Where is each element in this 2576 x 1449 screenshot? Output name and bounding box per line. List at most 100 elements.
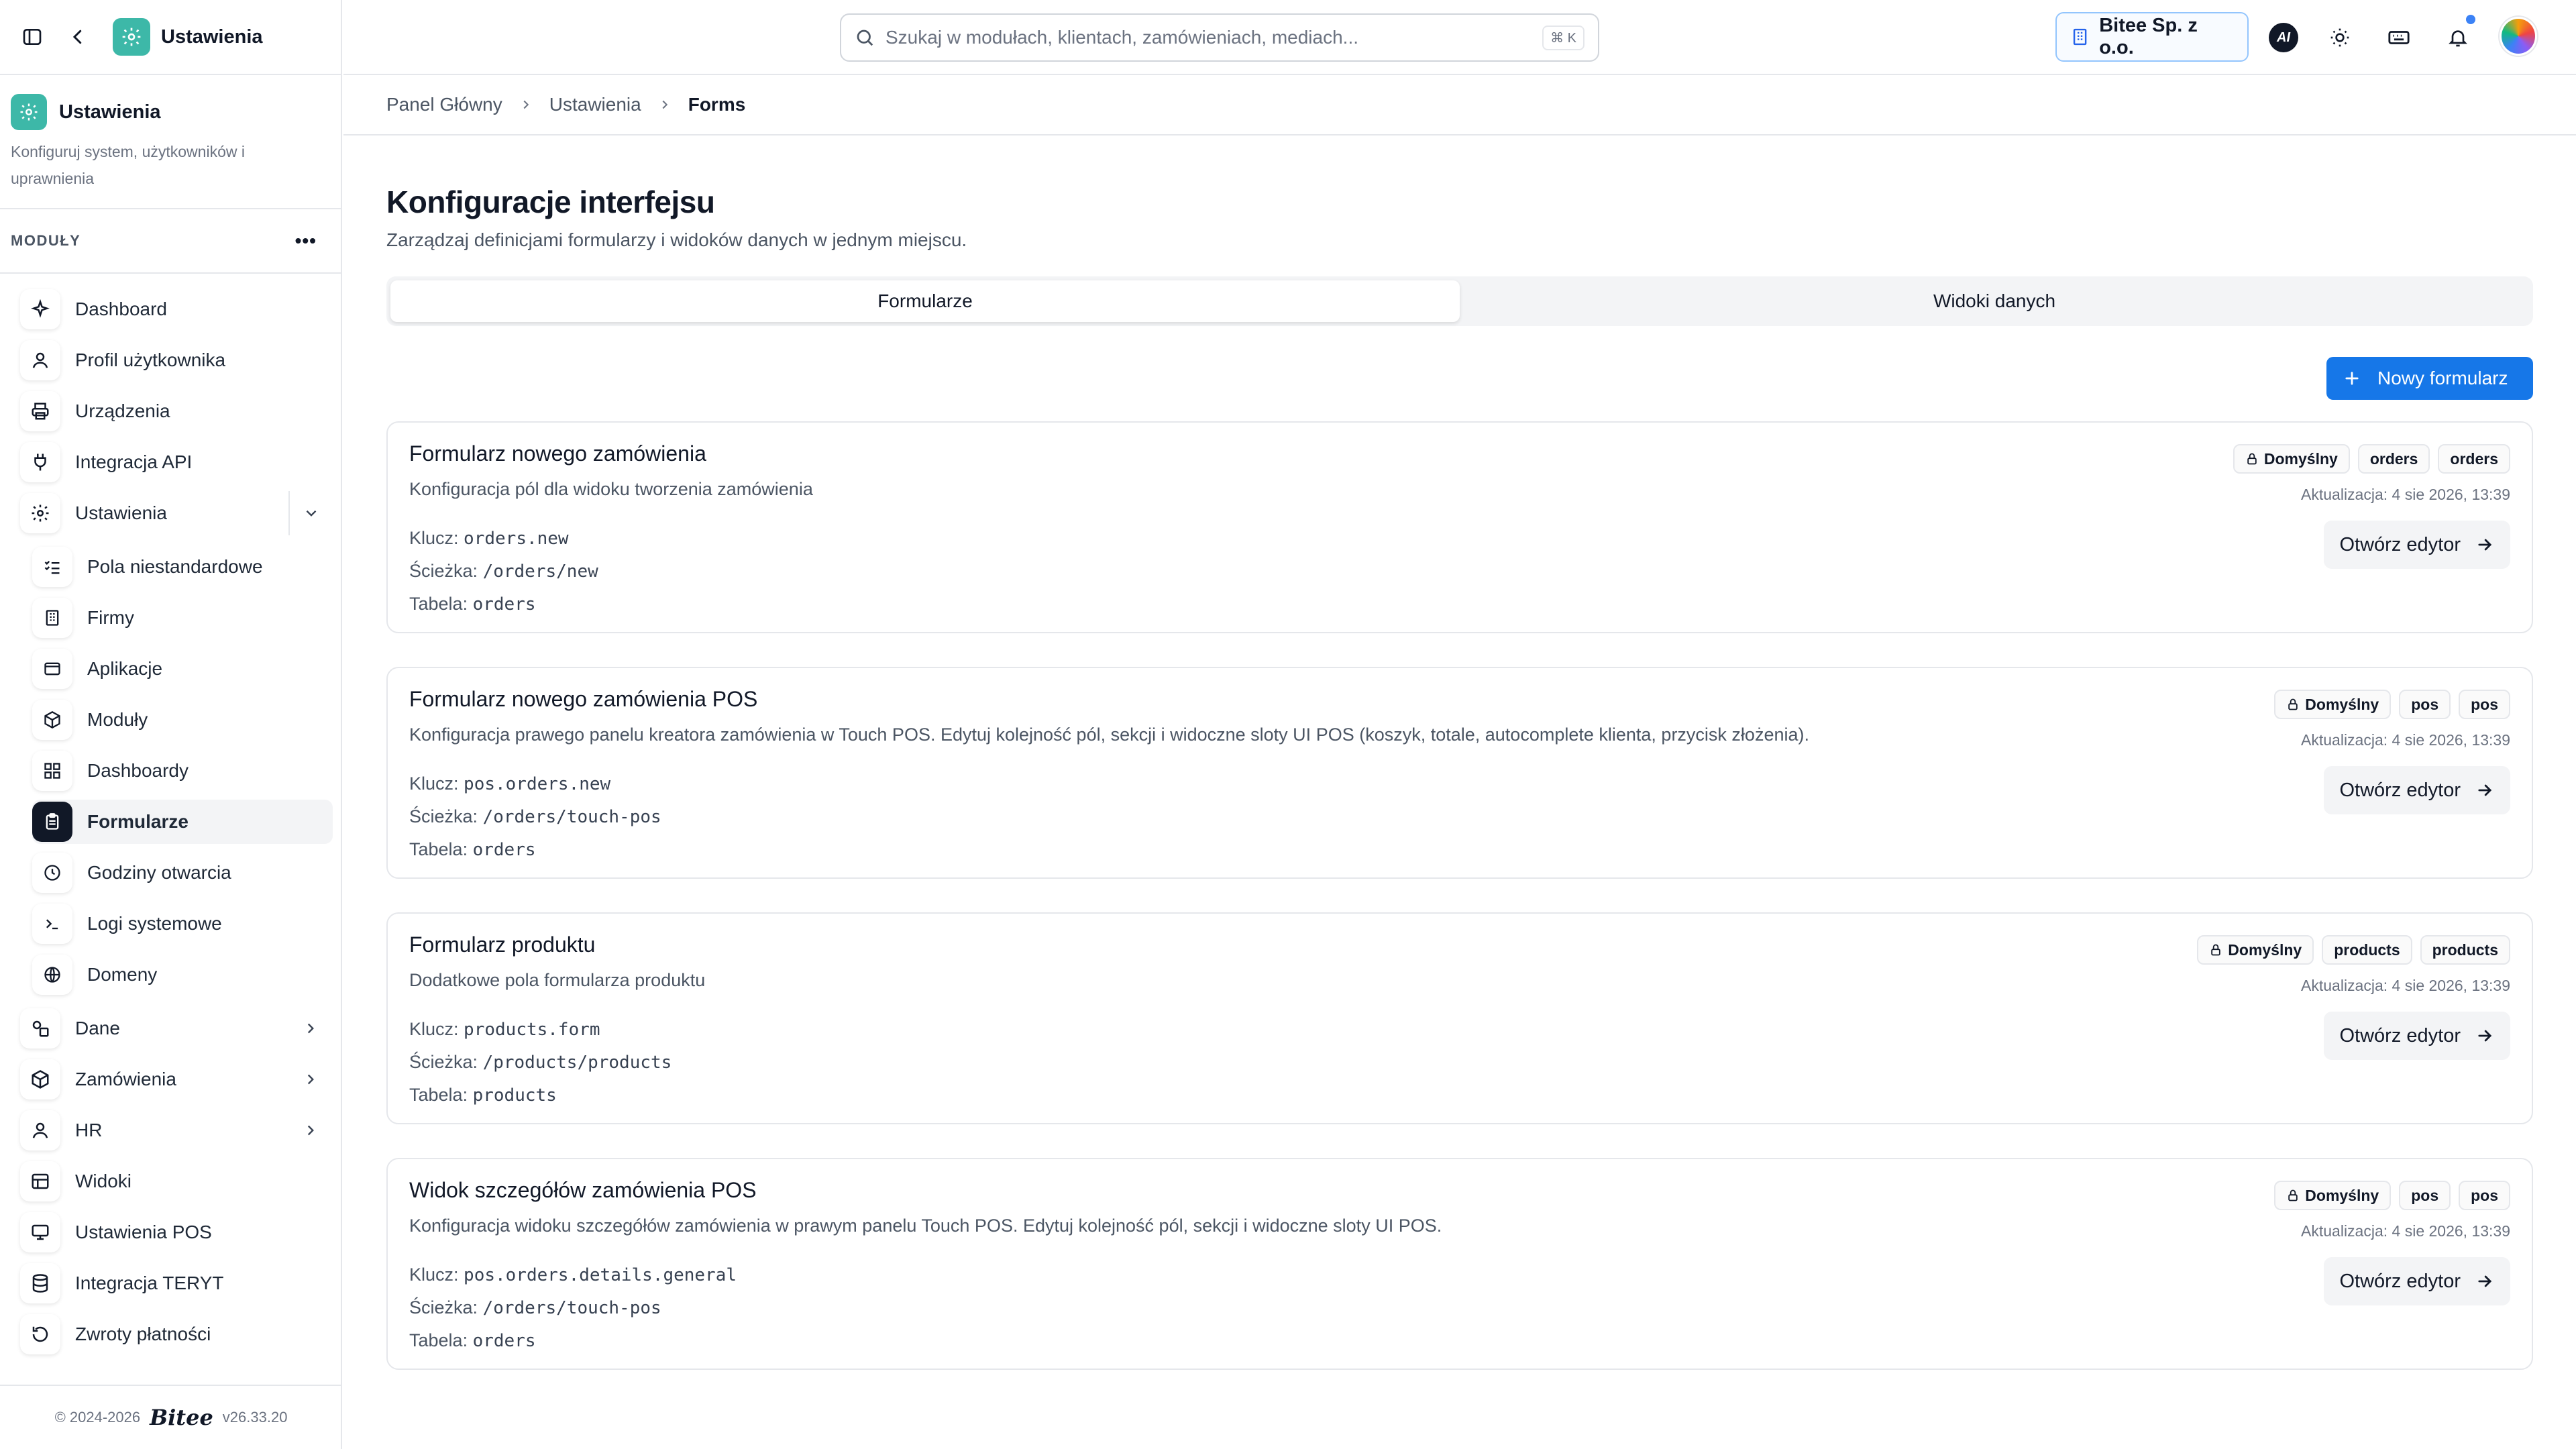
- module-header: Ustawienia Konfiguruj system, użytkownik…: [0, 75, 341, 209]
- new-form-button[interactable]: Nowy formularz: [2326, 357, 2533, 400]
- sidebar-item-label: Integracja API: [75, 451, 193, 472]
- sidebar-subitem-custom-fields[interactable]: Pola niestandardowe: [32, 545, 333, 589]
- sun-icon: [2330, 28, 2349, 47]
- search-input[interactable]: Szukaj w modułach, klientach, zamówienia…: [840, 13, 1599, 62]
- toggle-sidebar-icon[interactable]: [17, 22, 47, 52]
- open-editor-button[interactable]: Otwórz edytor: [2323, 1257, 2510, 1305]
- sparkle-icon: [20, 289, 60, 329]
- breadcrumb: Panel Główny Ustawienia Forms: [343, 75, 2576, 136]
- open-editor-label: Otwórz edytor: [2339, 1024, 2461, 1046]
- form-badges: Domyślny pos pos: [2274, 1181, 2510, 1210]
- updated-at: Aktualizacja: 4 sie 2026, 13:39: [2301, 977, 2510, 994]
- page-title: Konfiguracje interfejsu: [386, 184, 715, 219]
- form-meta: Klucz: products.form Ścieżka: /products/…: [409, 1013, 672, 1112]
- tab-forms[interactable]: Formularze: [390, 280, 1460, 322]
- sidebar-subitem-forms[interactable]: Formularze: [32, 800, 333, 844]
- sidebar-item-data[interactable]: Dane: [20, 1006, 333, 1051]
- sidebar-item-label: Dane: [75, 1018, 120, 1038]
- form-title: Widok szczegółów zamówienia POS: [409, 1178, 757, 1202]
- sidebar-item-refunds[interactable]: Zwroty płatności: [20, 1312, 333, 1356]
- package-icon: [32, 700, 72, 740]
- form-path: /orders/touch-pos: [482, 1298, 661, 1318]
- open-editor-button[interactable]: Otwórz edytor: [2323, 766, 2510, 814]
- path-label: Ścieżka:: [409, 1297, 478, 1318]
- form-meta: Klucz: pos.orders.details.general Ścieżk…: [409, 1258, 737, 1357]
- clock-icon: [32, 853, 72, 893]
- sidebar-subitem-apps[interactable]: Aplikacje: [32, 647, 333, 691]
- chevron-right-icon[interactable]: [288, 1057, 333, 1102]
- breadcrumb-home[interactable]: Panel Główny: [386, 94, 502, 115]
- arrow-right-icon: [2478, 539, 2492, 551]
- clipboard-icon: [32, 802, 72, 842]
- form-card: Formularz nowego zamówienia POS Konfigur…: [386, 667, 2533, 879]
- new-form-label: Nowy formularz: [2377, 368, 2508, 388]
- open-editor-label: Otwórz edytor: [2339, 779, 2461, 801]
- gear-icon: [20, 493, 60, 533]
- sidebar-subitem-dashboards[interactable]: Dashboardy: [32, 749, 333, 793]
- table-label: Tabela:: [409, 594, 468, 614]
- tab-data-views[interactable]: Widoki danych: [1460, 280, 2529, 322]
- lock-icon: [2288, 1189, 2298, 1201]
- ai-icon: AI: [2269, 23, 2298, 52]
- sidebar-item-label: Profil użytkownika: [75, 350, 226, 370]
- sidebar-item-api[interactable]: Integracja API: [20, 440, 333, 484]
- form-title: Formularz nowego zamówienia POS: [409, 687, 758, 711]
- sidebar-item-teryt[interactable]: Integracja TERYT: [20, 1261, 333, 1305]
- sidebar-item-label: Zamówienia: [75, 1069, 176, 1089]
- plug-icon: [20, 442, 60, 482]
- path-label: Ścieżka:: [409, 806, 478, 826]
- sidebar-item-views[interactable]: Widoki: [20, 1159, 333, 1203]
- sidebar-subitem-opening-hours[interactable]: Godziny otwarcia: [32, 851, 333, 895]
- sidebar-item-label: Widoki: [75, 1171, 132, 1191]
- terminal-icon: [32, 904, 72, 944]
- ai-assistant-button[interactable]: AI: [2265, 19, 2302, 56]
- sidebar-item-pos-settings[interactable]: Ustawienia POS: [20, 1210, 333, 1254]
- open-editor-button[interactable]: Otwórz edytor: [2323, 1012, 2510, 1060]
- company-name: Bitee Sp. z o.o.: [2099, 15, 2198, 58]
- keyboard-shortcuts-button[interactable]: [2380, 19, 2418, 56]
- open-editor-button[interactable]: Otwórz edytor: [2323, 521, 2510, 569]
- back-icon[interactable]: [63, 22, 93, 52]
- bell-icon: [2449, 30, 2467, 47]
- sidebar-item-hr[interactable]: HR: [20, 1108, 333, 1152]
- company-switcher[interactable]: Bitee Sp. z o.o.: [2055, 12, 2249, 62]
- tabs: Formularze Widoki danych: [386, 276, 2533, 326]
- sidebar-item-label: Aplikacje: [87, 658, 163, 679]
- table-label: Tabela:: [409, 1330, 468, 1350]
- lock-icon: [2211, 944, 2221, 956]
- notifications-button[interactable]: [2439, 15, 2477, 56]
- sidebar-item-settings[interactable]: Ustawienia: [20, 491, 333, 535]
- form-key: pos.orders.details.general: [464, 1265, 737, 1285]
- user-avatar-button[interactable]: [2500, 17, 2537, 56]
- sidebar-item-orders[interactable]: Zamówienia: [20, 1057, 333, 1102]
- default-badge: Domyślny: [2233, 444, 2350, 474]
- form-badges: Domyślny pos pos: [2274, 690, 2510, 719]
- plus-icon: [2345, 372, 2359, 385]
- default-badge: Domyślny: [2197, 935, 2314, 965]
- sidebar-subitem-companies[interactable]: Firmy: [32, 596, 333, 640]
- sidebar-subitem-system-logs[interactable]: Logi systemowe: [32, 902, 333, 946]
- sidebar-item-label: Formularze: [87, 811, 189, 832]
- chevron-right-icon[interactable]: [288, 1006, 333, 1051]
- table-label: Tabela:: [409, 1085, 468, 1105]
- chevron-right-icon[interactable]: [288, 1108, 333, 1152]
- sidebar-subitem-domains[interactable]: Domeny: [32, 953, 333, 997]
- form-description: Konfiguracja prawego panelu kreatora zam…: [409, 724, 1809, 745]
- sidebar-item-dashboard[interactable]: Dashboard: [20, 287, 333, 331]
- more-options-icon[interactable]: •••: [295, 230, 317, 252]
- module-badge: pos: [2399, 1181, 2451, 1210]
- module-description: Konfiguruj system, użytkowników i uprawn…: [11, 143, 245, 187]
- form-title: Formularz produktu: [409, 932, 596, 957]
- theme-toggle-button[interactable]: [2321, 19, 2359, 56]
- sidebar-item-label: Zwroty płatności: [75, 1324, 211, 1344]
- sidebar-item-profile[interactable]: Profil użytkownika: [20, 338, 333, 382]
- sidebar-item-devices[interactable]: Urządzenia: [20, 389, 333, 433]
- arrow-right-icon: [2478, 1030, 2492, 1042]
- form-card: Formularz produktu Dodatkowe pola formul…: [386, 912, 2533, 1124]
- copyright: © 2024-2026: [54, 1409, 141, 1426]
- chevron-down-icon[interactable]: [288, 491, 333, 535]
- breadcrumb-settings[interactable]: Ustawienia: [549, 94, 641, 115]
- form-key: products.form: [464, 1020, 600, 1040]
- form-table: orders: [472, 594, 536, 614]
- sidebar-subitem-modules[interactable]: Moduły: [32, 698, 333, 742]
